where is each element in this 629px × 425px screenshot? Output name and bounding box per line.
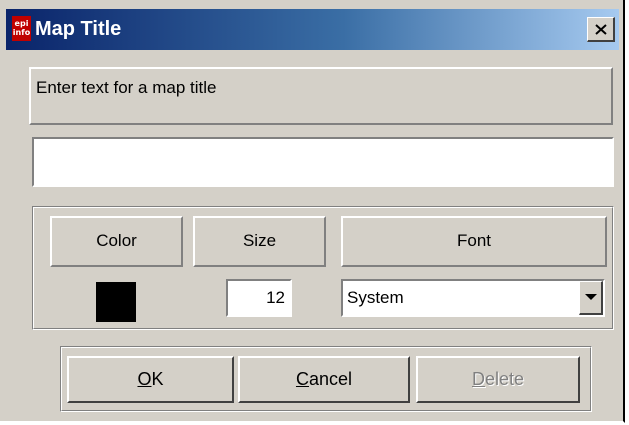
- color-header-label: Color: [96, 231, 137, 250]
- delete-button[interactable]: Delete: [416, 356, 580, 403]
- close-icon: [595, 24, 607, 35]
- map-title-input[interactable]: [32, 137, 614, 187]
- style-groupbox: Color Size Font System: [32, 206, 614, 330]
- size-header-label: Size: [242, 231, 277, 250]
- font-header: Font: [341, 216, 607, 267]
- cancel-label-rest: ancel: [308, 369, 353, 389]
- font-header-label: Font: [456, 231, 492, 250]
- size-header: Size: [193, 216, 326, 267]
- delete-access-key: D: [471, 369, 485, 389]
- ok-label-rest: K: [151, 369, 164, 389]
- prompt-label: Enter text for a map title: [36, 78, 217, 97]
- title-bar[interactable]: epi info Map Title: [6, 9, 619, 50]
- epi-info-app-icon: epi info: [12, 16, 31, 41]
- font-dropdown[interactable]: System: [341, 279, 605, 317]
- prompt-panel: Enter text for a map title: [29, 67, 613, 125]
- window-title: Map Title: [35, 18, 122, 40]
- map-title-dialog: epi info Map Title Enter text for a map t…: [0, 0, 625, 423]
- ok-access-key: O: [137, 369, 152, 389]
- size-input[interactable]: [226, 279, 292, 317]
- close-button[interactable]: [587, 17, 615, 42]
- font-dropdown-button[interactable]: [579, 281, 603, 315]
- color-header: Color: [50, 216, 183, 267]
- delete-label-rest: elete: [484, 369, 525, 389]
- cancel-button[interactable]: Cancel: [238, 356, 410, 403]
- color-swatch[interactable]: [96, 282, 136, 322]
- cancel-access-key: C: [295, 369, 309, 389]
- ok-button[interactable]: OK: [67, 356, 234, 403]
- chevron-down-icon: [585, 294, 597, 300]
- font-selected-value: System: [347, 288, 404, 307]
- button-groupbox: OK Cancel Delete: [60, 346, 592, 412]
